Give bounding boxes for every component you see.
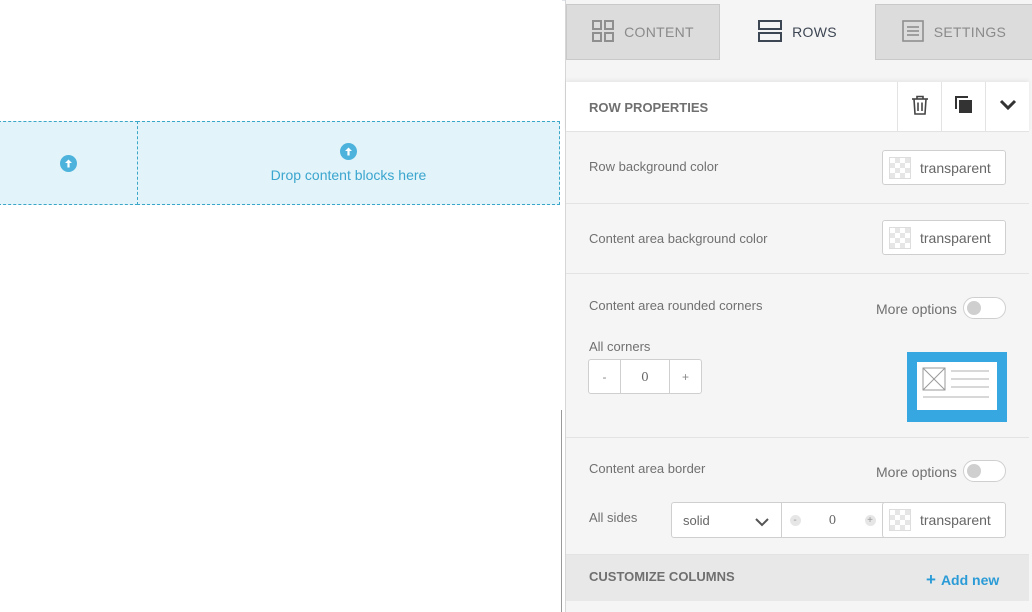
add-new-column-button[interactable]: + Add new xyxy=(926,570,1000,589)
toggle-knob xyxy=(967,301,981,315)
toggle-knob xyxy=(967,464,981,478)
corners-preview xyxy=(907,352,1007,422)
row-properties-title: ROW PROPERTIES xyxy=(589,100,709,115)
properties-panel: CONTENT ROWS SETTINGS ROW PROPERTIES Row… xyxy=(565,0,1032,612)
border-increment-button[interactable]: + xyxy=(864,514,876,526)
settings-doc-icon xyxy=(901,19,924,45)
arrow-up-circle-icon xyxy=(340,143,357,160)
content-background-label: Content area background color xyxy=(589,231,768,246)
add-new-label: Add new xyxy=(940,572,1000,588)
tab-content[interactable]: CONTENT xyxy=(566,4,720,60)
grid-icon xyxy=(592,19,615,45)
rows-icon xyxy=(758,19,783,45)
column-dropzone-1[interactable] xyxy=(0,121,138,205)
corners-increment-button[interactable]: + xyxy=(670,360,701,393)
rounded-corners-section: Content area rounded corners More option… xyxy=(566,274,1029,438)
chevron-down-icon xyxy=(755,515,769,530)
customize-columns-title: CUSTOMIZE COLUMNS xyxy=(589,569,735,584)
border-style-value: solid xyxy=(683,512,710,528)
content-background-color-picker[interactable]: transparent xyxy=(882,220,1006,255)
transparent-swatch xyxy=(889,156,911,179)
border-width-stepper: - 0 + xyxy=(781,502,884,538)
all-sides-label: All sides xyxy=(589,510,638,525)
row-background-color-picker[interactable]: transparent xyxy=(882,150,1006,185)
stage-divider xyxy=(561,410,562,612)
row-background-label: Row background color xyxy=(589,159,719,174)
border-more-options-toggle[interactable] xyxy=(963,460,1006,482)
rounded-corners-more-options-toggle[interactable] xyxy=(963,297,1006,319)
rounded-corners-more-options-label: More options xyxy=(876,301,957,317)
all-corners-stepper: - 0 + xyxy=(588,359,702,394)
column-dropzone-2[interactable]: Drop content blocks here xyxy=(137,121,560,205)
all-corners-label: All corners xyxy=(589,339,651,354)
delete-row-button[interactable] xyxy=(897,82,941,132)
row-dropzone[interactable]: Drop content blocks here xyxy=(0,121,560,205)
content-background-section: Content area background color transparen… xyxy=(566,204,1029,274)
content-background-value: transparent xyxy=(920,229,991,246)
border-more-options-label: More options xyxy=(876,464,957,480)
arrow-up-circle-icon xyxy=(59,154,77,172)
chevron-down-icon xyxy=(999,98,1017,116)
tab-settings[interactable]: SETTINGS xyxy=(875,4,1032,60)
border-decrement-wrapper: - xyxy=(782,514,808,526)
border-decrement-button[interactable]: - xyxy=(789,514,801,526)
trash-icon xyxy=(911,95,929,120)
transparent-swatch xyxy=(889,509,911,531)
image-placeholder-icon xyxy=(922,367,989,398)
duplicate-icon xyxy=(954,95,973,119)
duplicate-row-button[interactable] xyxy=(941,82,985,132)
row-background-value: transparent xyxy=(920,159,991,176)
preview-content xyxy=(917,362,997,410)
tab-rows-label: ROWS xyxy=(792,24,837,40)
corners-value[interactable]: 0 xyxy=(620,360,670,393)
row-background-section: Row background color transparent xyxy=(566,133,1029,204)
tab-content-label: CONTENT xyxy=(624,24,694,40)
border-color-picker[interactable]: transparent xyxy=(882,502,1006,538)
transparent-swatch xyxy=(889,226,911,249)
customize-columns-header: CUSTOMIZE COLUMNS + Add new xyxy=(566,555,1029,601)
row-properties-header: ROW PROPERTIES xyxy=(566,82,1029,132)
tab-rows[interactable]: ROWS xyxy=(720,4,875,60)
border-color-value: transparent xyxy=(920,512,991,528)
editor-canvas: Drop content blocks here xyxy=(0,0,562,612)
border-increment-wrapper: + xyxy=(857,514,883,526)
border-section: Content area border More options All sid… xyxy=(566,438,1029,555)
drop-label: Drop content blocks here xyxy=(270,167,427,183)
border-label: Content area border xyxy=(589,461,706,476)
panel-tabs: CONTENT ROWS SETTINGS xyxy=(566,4,1032,60)
plus-icon: + xyxy=(926,570,936,589)
border-style-select[interactable]: solid xyxy=(671,502,782,538)
collapse-button[interactable] xyxy=(985,82,1029,132)
tab-settings-label: SETTINGS xyxy=(933,24,1007,40)
corners-decrement-button[interactable]: - xyxy=(589,360,620,393)
rounded-corners-label: Content area rounded corners xyxy=(589,298,763,313)
border-width-value[interactable]: 0 xyxy=(808,513,857,527)
